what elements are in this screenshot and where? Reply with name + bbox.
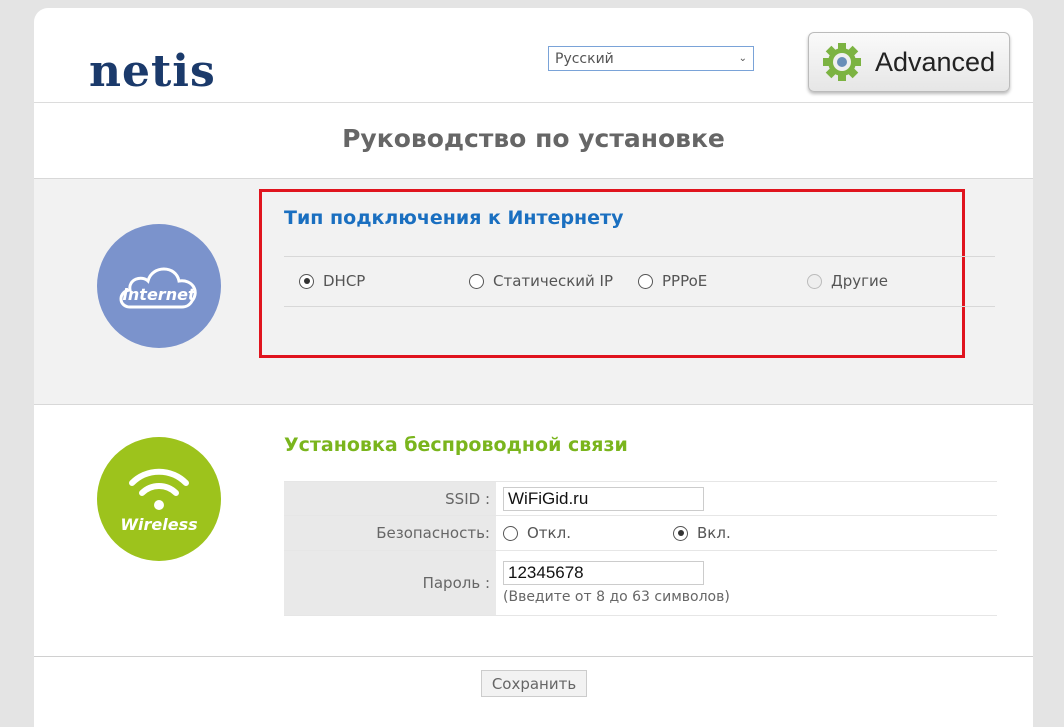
password-hint: (Введите от 8 до 63 символов) bbox=[503, 589, 730, 605]
ssid-label: SSID : bbox=[284, 482, 496, 515]
radio-icon bbox=[503, 525, 518, 541]
chevron-down-icon: ⌄ bbox=[738, 53, 747, 64]
wireless-icon: Wireless bbox=[97, 437, 221, 561]
wireless-icon-label: Wireless bbox=[120, 514, 198, 534]
radio-dhcp[interactable]: DHCP bbox=[299, 272, 365, 290]
internet-type-title: Тип подключения к Интернету bbox=[284, 207, 624, 229]
radio-icon bbox=[673, 525, 688, 541]
divider bbox=[284, 306, 995, 307]
radio-icon bbox=[807, 273, 822, 289]
radio-security-off[interactable]: Откл. bbox=[503, 524, 673, 542]
radio-label: Вкл. bbox=[697, 524, 731, 542]
radio-label: Откл. bbox=[527, 524, 571, 542]
language-value: Русский bbox=[555, 50, 614, 67]
divider bbox=[284, 256, 995, 257]
radio-icon bbox=[299, 273, 314, 289]
password-label: Пароль : bbox=[284, 551, 496, 615]
ssid-row: SSID : WiFiGid.ru bbox=[284, 481, 997, 515]
security-label: Безопасность: bbox=[284, 516, 496, 550]
radio-pppoe[interactable]: PPPoE bbox=[638, 272, 707, 290]
advanced-button[interactable]: Advanced bbox=[808, 32, 1010, 92]
password-row: Пароль : 12345678 (Введите от 8 до 63 си… bbox=[284, 550, 997, 616]
security-row: Безопасность: Откл. Вкл. bbox=[284, 515, 997, 550]
gear-icon bbox=[823, 43, 861, 81]
divider bbox=[34, 656, 1033, 657]
radio-security-on[interactable]: Вкл. bbox=[673, 524, 731, 542]
setup-panel: netis Русский ⌄ Advanced Руководство по у… bbox=[34, 8, 1033, 727]
ssid-input[interactable]: WiFiGid.ru bbox=[503, 486, 704, 511]
radio-other[interactable]: Другие bbox=[807, 272, 888, 290]
radio-label: PPPoE bbox=[662, 272, 708, 290]
internet-icon: internet bbox=[97, 224, 221, 348]
radio-icon bbox=[469, 273, 484, 289]
radio-label: Статический IP bbox=[493, 272, 614, 290]
internet-icon-label: internet bbox=[122, 284, 196, 304]
radio-label: Другие bbox=[831, 272, 888, 290]
radio-static-ip[interactable]: Статический IP bbox=[469, 272, 613, 290]
language-select[interactable]: Русский ⌄ bbox=[548, 46, 754, 71]
advanced-label: Advanced bbox=[875, 46, 996, 77]
radio-icon bbox=[638, 273, 653, 289]
save-button[interactable]: Сохранить bbox=[481, 670, 587, 697]
password-input[interactable]: 12345678 bbox=[503, 561, 704, 585]
page-title: Руководство по установке bbox=[342, 124, 725, 153]
divider bbox=[34, 102, 1033, 103]
wireless-title: Установка беспроводной связи bbox=[284, 434, 628, 456]
radio-label: DHCP bbox=[323, 272, 366, 290]
netis-logo: netis bbox=[89, 46, 216, 97]
